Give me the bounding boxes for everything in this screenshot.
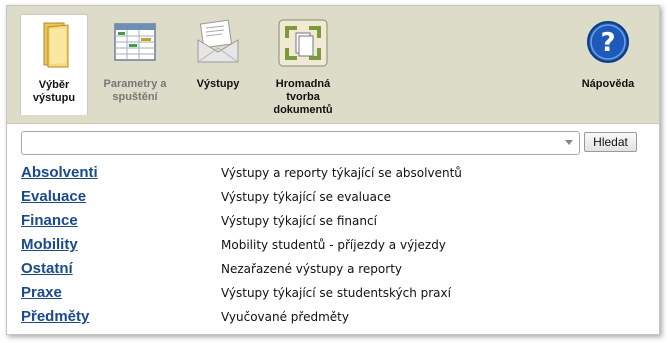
list-item: Absolventi Výstupy a reporty týkající se…: [21, 164, 651, 188]
category-link-predmety[interactable]: Předměty: [21, 308, 89, 326]
tool-hromadna-tvorba[interactable]: Hromadná tvorba dokumentů: [261, 14, 345, 116]
category-description: Výstupy týkající se evaluace: [221, 190, 391, 204]
category-description: Vyučované předměty: [221, 310, 349, 324]
dropdown-arrow-icon[interactable]: [565, 140, 573, 145]
category-link-praxe[interactable]: Praxe: [21, 284, 62, 302]
category-description: Nezařazené výstupy a reporty: [221, 262, 403, 276]
category-description: Výstupy týkající se financí: [221, 214, 377, 228]
tool-parametry[interactable]: Parametry a spuštění: [95, 14, 175, 114]
tool-label: Nápověda: [581, 78, 635, 90]
list-item: Mobility Mobility studentů - příjezdy a …: [21, 236, 651, 260]
batch-documents-icon: [278, 19, 328, 67]
envelope-icon: [197, 19, 239, 63]
svg-text:?: ?: [600, 28, 615, 58]
tool-label: Výběr výstupu: [32, 79, 76, 104]
list-item: Ostatní Nezařazené výstupy a reporty: [21, 260, 651, 284]
spreadsheet-icon: [114, 23, 156, 61]
category-link-absolventi[interactable]: Absolventi: [21, 164, 98, 182]
help-icon: ?: [587, 21, 629, 63]
category-description: Mobility studentů - příjezdy a výjezdy: [221, 238, 446, 252]
category-link-mobility[interactable]: Mobility: [21, 236, 78, 254]
category-description: Výstupy týkající se studentských praxí: [221, 286, 451, 300]
folder-icon: [43, 22, 69, 68]
list-item: Předměty Vyučované předměty: [21, 308, 651, 332]
list-item: Praxe Výstupy týkající se studentských p…: [21, 284, 651, 308]
list-item: Evaluace Výstupy týkající se evaluace: [21, 188, 651, 212]
toolbar: Výběr výstupu Parametry a spuštění Výstu…: [7, 6, 659, 124]
category-link-evaluace[interactable]: Evaluace: [21, 188, 86, 206]
category-list: Absolventi Výstupy a reporty týkající se…: [21, 164, 651, 332]
tool-label: Parametry a spuštění: [103, 78, 167, 103]
list-item: Finance Výstupy týkající se financí: [21, 212, 651, 236]
category-description: Výstupy a reporty týkající se absolventů: [221, 166, 462, 180]
category-link-ostatni[interactable]: Ostatní: [21, 260, 73, 278]
tool-vystupy[interactable]: Výstupy: [185, 14, 251, 114]
category-link-finance[interactable]: Finance: [21, 212, 78, 230]
app-window: Výběr výstupu Parametry a spuštění Výstu…: [6, 5, 660, 335]
tool-napoveda[interactable]: ? Nápověda: [573, 14, 643, 114]
search-button[interactable]: Hledat: [584, 132, 637, 152]
search-combobox[interactable]: [21, 131, 580, 155]
tool-vyber-vystupu[interactable]: Výběr výstupu: [20, 14, 88, 115]
tool-label: Výstupy: [196, 78, 240, 90]
tool-label: Hromadná tvorba dokumentů: [273, 78, 333, 116]
search-row: Hledat: [21, 131, 651, 157]
